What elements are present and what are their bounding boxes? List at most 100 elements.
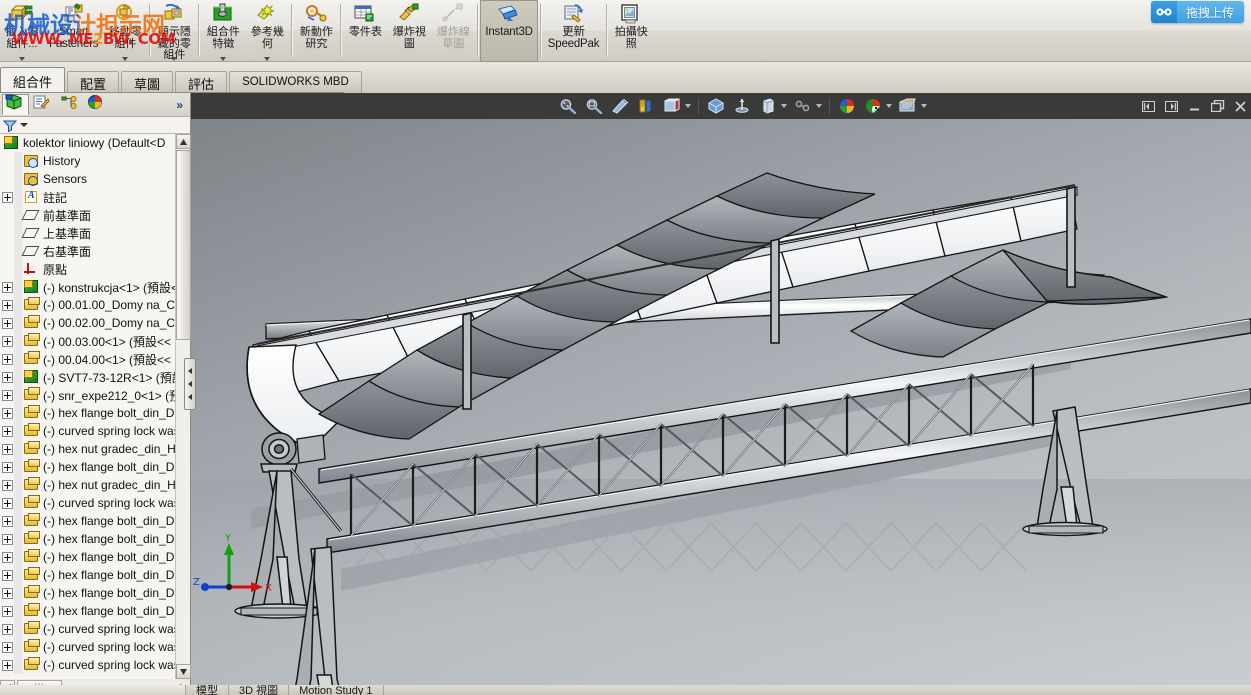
command-tab-3[interactable]: 評估 <box>175 71 228 93</box>
panel-splitter-grip[interactable] <box>184 358 196 410</box>
display-style-caret[interactable] <box>685 104 691 108</box>
feature-tree-root[interactable]: kolektor liniowy (Default<D <box>0 134 190 152</box>
take-snapshot-button[interactable]: 拍攝快 照 <box>609 0 653 62</box>
feature-tree-item[interactable]: (-) hex flange bolt_din_D <box>0 602 190 620</box>
dropdown-caret-icon[interactable] <box>264 57 271 61</box>
expand-plus-icon[interactable] <box>2 443 13 455</box>
expand-plus-icon[interactable] <box>2 605 13 617</box>
restore-left-icon[interactable] <box>1140 99 1157 114</box>
feature-tree-item[interactable]: 原點 <box>0 260 190 278</box>
dropdown-caret-icon[interactable] <box>171 57 178 61</box>
command-tab-1[interactable]: 配置 <box>67 71 120 93</box>
feature-tree-tab[interactable] <box>2 93 29 115</box>
dropdown-caret-icon[interactable] <box>19 57 25 61</box>
feature-manager-overflow[interactable]: » <box>176 98 183 112</box>
expand-plus-icon[interactable] <box>2 587 13 599</box>
expand-plus-icon[interactable] <box>2 335 13 347</box>
feature-tree-item[interactable]: 前基準面 <box>0 206 190 224</box>
drag-upload-button[interactable]: 拖拽上传 <box>1150 1 1244 23</box>
expand-plus-icon[interactable] <box>2 407 13 419</box>
tree-scroll-thumb[interactable] <box>176 150 191 340</box>
apply-scene-caret[interactable] <box>781 104 787 108</box>
move-component-button[interactable]: 移動零 組件 <box>103 0 147 62</box>
feature-tree-item[interactable]: (-) 00.02.00_Domy na_C <box>0 314 190 332</box>
3d-viewport[interactable]: Y X Z <box>191 119 1251 685</box>
expand-plus-icon[interactable] <box>2 479 13 491</box>
expand-plus-icon[interactable] <box>2 389 13 401</box>
command-tab-4[interactable]: SOLIDWORKS MBD <box>229 71 362 93</box>
dropdown-caret-icon[interactable] <box>122 57 129 61</box>
display-style-icon[interactable] <box>660 95 684 117</box>
filter-dropdown-caret[interactable] <box>20 123 28 127</box>
viewport-layout-icon[interactable] <box>896 95 920 117</box>
feature-tree-item[interactable]: (-) 00.01.00_Domy na_C <box>0 296 190 314</box>
maximize-icon[interactable] <box>1209 99 1226 114</box>
new-motion-study-button[interactable]: 新動作 研究 <box>294 0 338 62</box>
feature-tree-item[interactable]: (-) curved spring lock was <box>0 620 190 638</box>
feature-tree-item[interactable]: (-) hex flange bolt_din_D <box>0 584 190 602</box>
close-icon[interactable] <box>1232 99 1249 114</box>
feature-tree-item[interactable]: (-) konstrukcja<1> (預設< <box>0 278 190 296</box>
show-hidden-components-button[interactable]: 顯示隱 藏的零 組件 <box>152 0 196 62</box>
feature-tree-item[interactable]: History <box>0 152 190 170</box>
feature-tree-item[interactable]: (-) 00.03.00<1> (預設<< <box>0 332 190 350</box>
expand-plus-icon[interactable] <box>2 191 13 203</box>
minimize-icon[interactable] <box>1186 99 1203 114</box>
expand-plus-icon[interactable] <box>2 299 13 311</box>
expand-plus-icon[interactable] <box>2 317 13 329</box>
instant3d-button[interactable]: Instant3D <box>480 0 538 62</box>
zoom-to-fit-icon[interactable] <box>556 95 580 117</box>
feature-tree-item[interactable]: (-) curved spring lock was <box>0 638 190 656</box>
feature-tree-item[interactable]: Sensors <box>0 170 190 188</box>
tree-scroll-down-button[interactable] <box>176 664 191 679</box>
dropdown-caret-icon[interactable] <box>220 57 227 61</box>
expand-plus-icon[interactable] <box>2 461 13 473</box>
feature-tree-item[interactable]: 註記 <box>0 188 190 206</box>
scene-sphere-icon[interactable] <box>861 95 885 117</box>
view-orientation-icon[interactable] <box>634 95 658 117</box>
feature-tree-item[interactable]: 右基準面 <box>0 242 190 260</box>
expand-plus-icon[interactable] <box>2 353 13 365</box>
feature-tree-item[interactable]: 上基準面 <box>0 224 190 242</box>
feature-tree-item[interactable]: (-) hex flange bolt_din_D <box>0 530 190 548</box>
exploded-view-button[interactable]: 爆炸視 圖 <box>387 0 431 62</box>
configuration-manager-tab[interactable] <box>56 94 83 115</box>
feature-tree-item[interactable]: (-) hex flange bolt_din_D <box>0 404 190 422</box>
feature-tree-item[interactable]: (-) hex flange bolt_din_D <box>0 458 190 476</box>
feature-tree[interactable]: kolektor liniowy (Default<D History Sensor… <box>0 134 190 679</box>
bill-of-materials-button[interactable]: 零件表 <box>343 0 387 62</box>
expand-plus-icon[interactable] <box>2 497 13 509</box>
feature-tree-item[interactable]: (-) hex flange bolt_din_D <box>0 512 190 530</box>
feature-tree-item[interactable]: (-) curved spring lock was <box>0 656 190 674</box>
feature-tree-item[interactable]: (-) hex nut gradec_din_H <box>0 440 190 458</box>
tree-scroll-up-button[interactable] <box>176 134 191 149</box>
expand-plus-icon[interactable] <box>2 425 13 437</box>
assembly-features-button[interactable]: 組合件 特徵 <box>201 0 245 62</box>
status-tab-model[interactable]: 模型 <box>186 685 229 695</box>
expand-plus-icon[interactable] <box>2 551 13 563</box>
command-tab-0[interactable]: 組合件 <box>0 67 66 93</box>
expand-plus-icon[interactable] <box>2 515 13 527</box>
scene-caret[interactable] <box>886 104 892 108</box>
insert-component-button[interactable]: 插入零 組件... <box>0 0 44 62</box>
command-tab-2[interactable]: 草圖 <box>121 71 174 93</box>
expand-plus-icon[interactable] <box>2 533 13 545</box>
reference-geometry-button[interactable]: 參考幾 何 <box>245 0 289 62</box>
feature-tree-item[interactable]: (-) curved spring lock was <box>0 422 190 440</box>
expand-plus-icon[interactable] <box>2 659 13 671</box>
view-settings-caret[interactable] <box>816 104 822 108</box>
update-speedpak-button[interactable]: 更新 SpeedPak <box>543 0 604 62</box>
hide-show-items-icon[interactable] <box>704 95 728 117</box>
edit-appearance-icon[interactable] <box>730 95 754 117</box>
feature-tree-filter-bar[interactable] <box>0 117 190 134</box>
feature-tree-item[interactable]: (-) hex nut gradec_din_H <box>0 476 190 494</box>
restore-right-icon[interactable] <box>1163 99 1180 114</box>
status-tab-3d-views[interactable]: 3D 視圖 <box>229 685 290 695</box>
property-manager-tab[interactable] <box>29 94 56 115</box>
apply-scene-icon[interactable] <box>756 95 780 117</box>
smart-fasteners-button[interactable]: Smart Fasteners <box>44 0 103 62</box>
status-tab-motion-study[interactable]: Motion Study 1 <box>289 685 384 695</box>
expand-plus-icon[interactable] <box>2 569 13 581</box>
expand-plus-icon[interactable] <box>2 623 13 635</box>
expand-plus-icon[interactable] <box>2 371 13 383</box>
